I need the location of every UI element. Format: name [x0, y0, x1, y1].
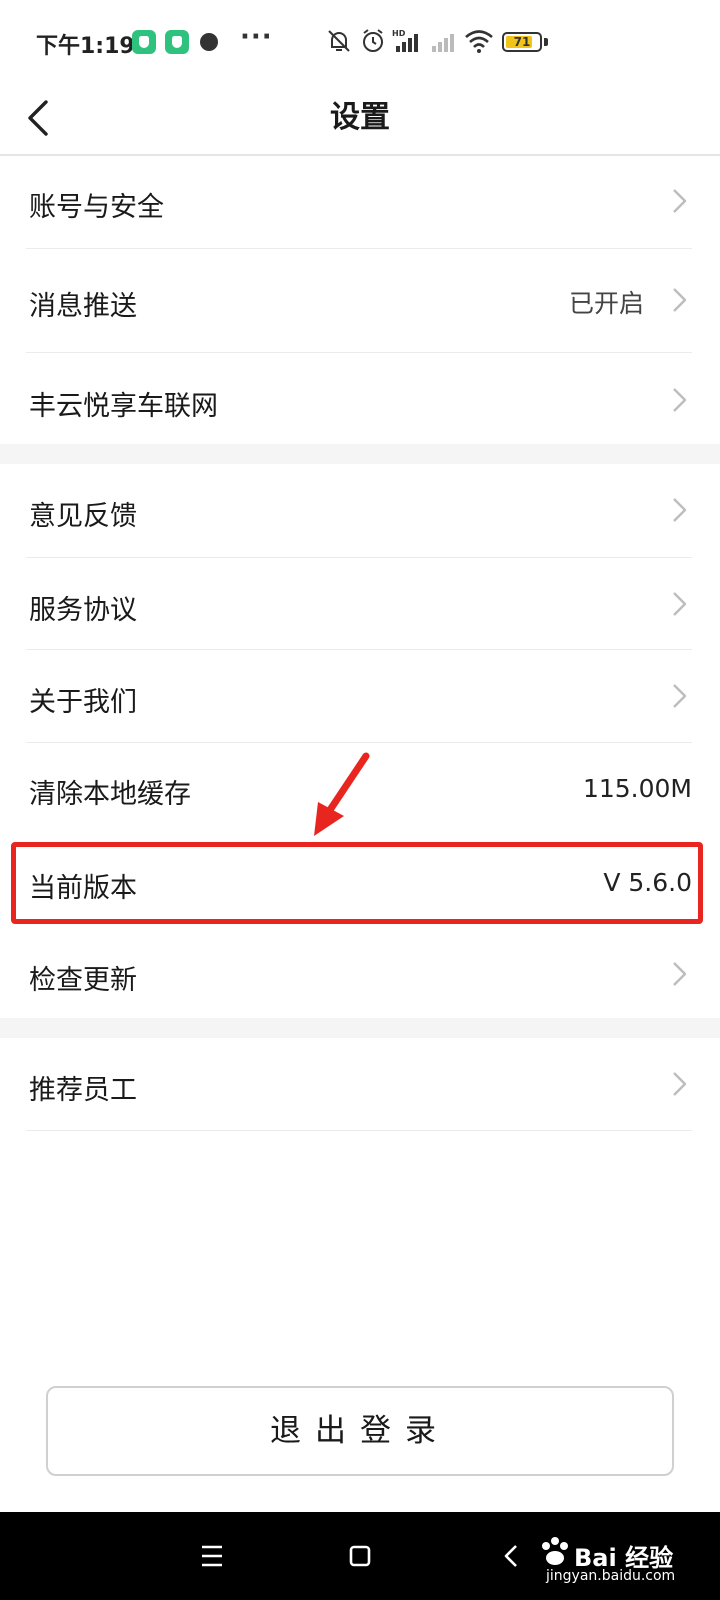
signal-hd-icon: HD: [392, 29, 418, 52]
settings-row-feedback[interactable]: 意见反馈: [0, 464, 720, 556]
wifi-icon: [465, 30, 493, 53]
svg-text:HD: HD: [392, 29, 406, 38]
logout-button[interactable]: 退出登录: [46, 1386, 674, 1476]
divider: [26, 1130, 692, 1131]
settings-row-service-agreement[interactable]: 服务协议: [0, 558, 720, 648]
battery-icon: 71: [502, 32, 542, 52]
cache-size-value: 115.00M: [582, 774, 692, 803]
row-label: 关于我们: [29, 687, 137, 718]
row-label: 账号与安全: [29, 192, 164, 223]
paw-logo-icon: [542, 1537, 568, 1565]
row-label: 意见反馈: [29, 501, 137, 532]
record-dot-icon: [200, 33, 218, 51]
mute-bell-icon: [328, 30, 350, 52]
divider: [26, 352, 692, 353]
header: 设置: [0, 80, 720, 156]
row-label: 服务协议: [29, 595, 137, 626]
divider: [26, 248, 692, 249]
row-label: 清除本地缓存: [29, 779, 191, 810]
menu-icon: [202, 1545, 222, 1567]
app-badge-icon: [165, 30, 189, 54]
signal-weak-icon: [432, 34, 454, 52]
alarm-icon: [363, 29, 383, 52]
settings-row-about-us[interactable]: 关于我们: [0, 650, 720, 742]
settings-row-message-push[interactable]: 消息推送 已开启: [0, 250, 720, 350]
watermark-url: jingyan.baidu.com: [546, 1568, 676, 1584]
settings-row-connected-car[interactable]: 丰云悦享车联网: [0, 354, 720, 444]
row-label: 消息推送: [29, 291, 137, 322]
chevron-right-icon: [673, 684, 687, 708]
settings-row-account-security[interactable]: 账号与安全: [0, 157, 720, 245]
chevron-right-icon: [673, 962, 687, 986]
row-label: 推荐员工: [29, 1075, 137, 1106]
section-gap: [0, 444, 720, 464]
row-label: 检查更新: [29, 965, 137, 996]
status-bar: 下午1:19 ··· HD 71: [0, 0, 720, 80]
more-dots-icon: ···: [240, 22, 273, 52]
divider: [26, 742, 692, 743]
chevron-right-icon: [673, 288, 687, 312]
battery-cap: [544, 38, 548, 46]
battery-percent: 71: [513, 35, 531, 49]
status-time: 下午1:19: [36, 34, 135, 59]
baidu-jingyan-watermark: Bai 经验 jingyan.baidu.com: [536, 1532, 706, 1592]
page-title: 设置: [330, 100, 390, 135]
system-nav-bar: Bai 经验 jingyan.baidu.com: [0, 1512, 720, 1600]
section-gap: [0, 1018, 720, 1038]
arrow-annotation-icon: [314, 752, 370, 836]
nav-menu-button[interactable]: [172, 1512, 252, 1600]
chevron-right-icon: [673, 498, 687, 522]
chevron-right-icon: [673, 1072, 687, 1096]
app-badge-icon: [132, 30, 156, 54]
settings-row-check-update[interactable]: 检查更新: [0, 928, 720, 1018]
home-square-icon: [349, 1545, 371, 1567]
chevron-right-icon: [673, 189, 687, 213]
row-value: 已开启: [568, 289, 644, 318]
settings-row-recommend-staff[interactable]: 推荐员工: [0, 1038, 720, 1130]
row-label: 丰云悦享车联网: [29, 391, 218, 422]
chevron-right-icon: [673, 388, 687, 412]
highlight-annotation-box: [11, 842, 703, 924]
chevron-right-icon: [673, 592, 687, 616]
nav-home-button[interactable]: [320, 1512, 400, 1600]
